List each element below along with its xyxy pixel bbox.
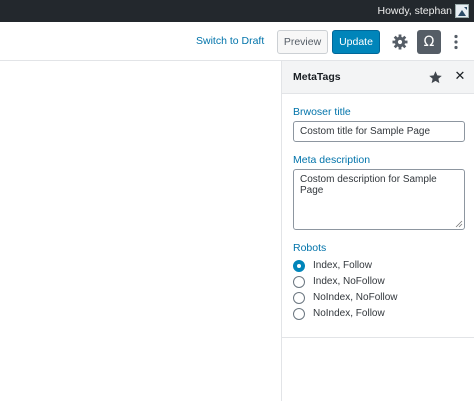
- switch-to-draft-link[interactable]: Switch to Draft: [196, 22, 264, 61]
- close-sidebar-button[interactable]: ✕: [453, 70, 467, 84]
- robots-label: Robots: [293, 242, 327, 254]
- sidebar-title: MetaTags: [293, 71, 341, 83]
- howdy-greeting[interactable]: Howdy, stephan: [377, 0, 452, 22]
- avatar-icon: [456, 5, 468, 17]
- metatags-sidebar: MetaTags ✕ Brwoser title Meta descriptio…: [281, 61, 474, 401]
- robots-option-label: Index, NoFollow: [313, 276, 385, 287]
- sidebar-header: MetaTags ✕: [282, 61, 474, 94]
- robots-option-label: NoIndex, NoFollow: [313, 292, 398, 303]
- star-icon: [429, 71, 442, 84]
- settings-button[interactable]: [390, 32, 410, 52]
- close-icon: ✕: [454, 69, 466, 84]
- radio-button[interactable]: [293, 292, 305, 304]
- sidebar-divider: [282, 337, 474, 338]
- meta-description-label: Meta description: [293, 154, 371, 166]
- radio-button-selected[interactable]: [293, 260, 305, 272]
- metatags-plugin-button[interactable]: Ω: [417, 30, 441, 54]
- omega-icon: Ω: [423, 34, 435, 50]
- more-tools-button[interactable]: [450, 30, 462, 54]
- meta-description-textarea[interactable]: Costom description for Sample Page: [293, 169, 465, 230]
- preview-button[interactable]: Preview: [277, 30, 328, 54]
- resize-grip-icon[interactable]: [455, 220, 463, 228]
- radio-button[interactable]: [293, 308, 305, 320]
- update-button[interactable]: Update: [332, 30, 380, 54]
- robots-option-label: NoIndex, Follow: [313, 308, 385, 319]
- browser-title-input[interactable]: [293, 121, 465, 142]
- editor-header: Switch to Draft Preview Update Ω: [0, 22, 474, 61]
- admin-bar: Howdy, stephan: [0, 0, 474, 22]
- radio-button[interactable]: [293, 276, 305, 288]
- gear-icon: [392, 34, 408, 50]
- more-vertical-icon: [454, 34, 458, 50]
- robots-option-index-nofollow[interactable]: Index, NoFollow: [293, 275, 463, 289]
- robots-option-noindex-nofollow[interactable]: NoIndex, NoFollow: [293, 291, 463, 305]
- robots-option-label: Index, Follow: [313, 260, 372, 271]
- avatar[interactable]: [455, 4, 469, 18]
- browser-title-label: Brwoser title: [293, 106, 351, 118]
- pin-star-button[interactable]: [428, 70, 443, 85]
- robots-option-noindex-follow[interactable]: NoIndex, Follow: [293, 307, 463, 321]
- robots-option-index-follow[interactable]: Index, Follow: [293, 259, 463, 273]
